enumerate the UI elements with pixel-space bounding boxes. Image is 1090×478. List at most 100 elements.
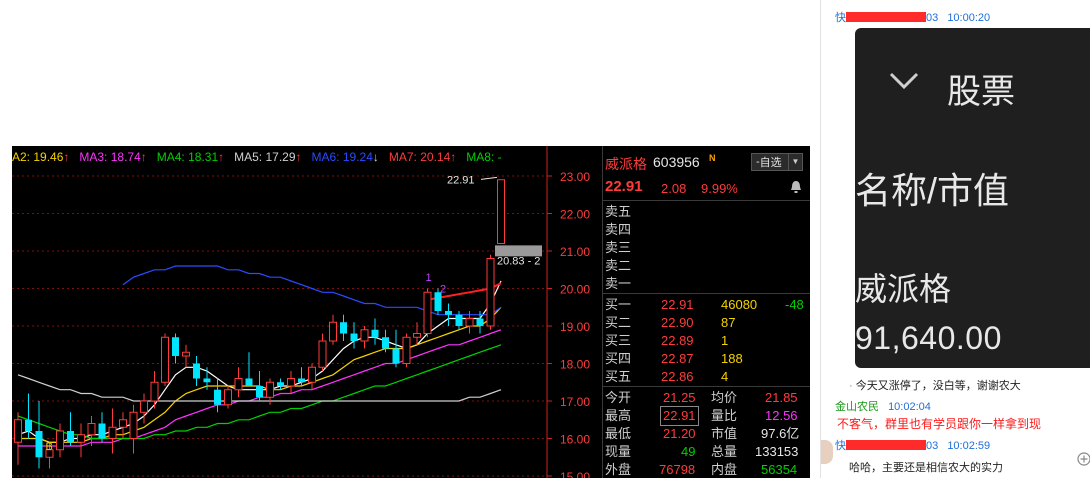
avatar [821,440,833,464]
candle-body [150,381,159,402]
bid-price: 22.90 [661,315,694,330]
ratio-value: 12.56 [765,408,798,423]
chevron-down-icon [889,72,919,90]
candle-body [382,337,389,349]
bid-volume: 4 [721,369,729,384]
candle-body [14,419,22,443]
price-axis-label: 21.00 [560,245,590,259]
bid-row[interactable]: 买一 22.91 46080 -48 [603,296,810,314]
candle-body [402,336,411,364]
low-label: 最低 [605,426,632,441]
bid-level-label: 买一 [605,297,632,312]
candle-body [371,329,379,338]
bid-level-label: 买二 [605,315,632,330]
bid-volume: 87 [721,315,736,330]
high-price-label: 22.91 [447,174,475,186]
add-icon[interactable] [1077,452,1090,466]
avg-value: 21.85 [765,390,798,405]
candle-body [423,291,432,334]
mcap-value: 97.6亿 [761,426,800,441]
sender-name: 金山农民 [835,401,879,413]
candle-body [203,378,211,383]
candle-body [256,386,263,398]
buy-signal-mark: B [46,441,53,453]
bid-level-label: 买五 [605,369,632,384]
outer-label: 外盘 [605,462,632,477]
bid-row[interactable]: 买三 22.89 1 [603,332,810,350]
candle-body [25,419,32,431]
ma-label: MA8: - [466,150,502,164]
bid-volume: 188 [721,351,743,366]
ask-row[interactable]: 卖一 [603,275,810,293]
bid-row[interactable]: 买二 22.90 87 [603,314,810,332]
kline-svg: 23.00 22.00 21.00 20.00 19.00 18.00 17.00 16.00… [12,146,590,478]
candle-body [129,411,138,439]
candle-body [445,311,452,315]
price-axis-label: 23.00 [560,170,590,184]
stock-name: 威派格 [605,156,647,172]
message-text: 哈哈，主要还是相信农大的实力 [849,462,1003,474]
bid-price: 22.86 [661,369,694,384]
bid-row[interactable]: 买五 22.86 4 [603,368,810,386]
ask-row[interactable]: 卖三 [603,239,810,257]
image-stock-name: 威派格 [855,271,952,307]
price-axis-label: 15.00 [560,470,590,478]
redacted-name [846,12,926,22]
candle-body [87,423,96,436]
price-axis-label: 17.00 [560,395,590,409]
candle-body [193,363,200,379]
bid-row[interactable]: 买四 22.87 188 [603,350,810,368]
bid-price: 22.89 [661,333,694,348]
bid-volume: 1 [721,333,729,348]
ask-row[interactable]: 卖二 [603,257,810,275]
ma-label: MA5: 17.29↑ [234,150,302,164]
kline-chart[interactable]: 23.00 22.00 21.00 20.00 19.00 18.00 17.00 16.00… [12,146,602,478]
candle-body [486,258,495,327]
image-stock-value: 91,640.00 [855,320,1002,356]
price-change: 2.08 [661,181,687,196]
candle-body [245,378,253,386]
stats-row: 今开 21.25 均价 21.85 [603,389,810,407]
open-label: 今开 [605,390,632,405]
cur-vol-label: 现量 [605,444,632,459]
candle-body [182,351,190,357]
outer-value: 76798 [659,462,696,477]
quote-header: 威派格 603956 N - 自选 ▼ [603,150,810,176]
add-watchlist-button[interactable]: - 自选 ▼ [751,153,803,171]
candle-body [77,434,85,443]
candle-body [298,378,305,383]
ask-row[interactable]: 卖四 [603,221,810,239]
bid-price: 22.91 [661,297,694,312]
open-value: 21.25 [663,390,696,405]
total-vol-label: 总量 [711,444,738,459]
ma-label: A2: 19.46↑ [12,150,70,164]
message-text: 不客气，群里也有学员跟你一样拿到现 [837,417,1042,431]
sender-suffix: 03 [926,440,939,452]
message-header: 快 03 10:02:59 [835,437,990,453]
arrow-up-icon: ↑ [63,150,70,164]
ask-row[interactable]: 卖五 [603,203,810,221]
avg-label: 均价 [711,390,738,405]
high-arrow [480,176,498,180]
arrow-up-icon: ↑ [140,150,147,164]
candle-body [67,431,74,443]
candle-body [108,426,117,439]
arrow-down-icon: ↓ [372,150,379,164]
candle-body [161,336,169,383]
bell-icon[interactable] [789,180,803,194]
shared-screenshot-image[interactable]: 股票 名称/市值 威派格 91,640.00 [855,28,1090,368]
price-change-pct: 9.99% [701,181,738,196]
ma-label: MA7: 20.14↑ [388,150,457,164]
candle-body [476,318,484,326]
candle-body [392,348,400,364]
chevron-down-icon[interactable]: ▼ [788,154,802,170]
candle-body [234,378,243,391]
stock-trading-window: 23.00 22.00 21.00 20.00 19.00 18.00 17.00 16.00… [12,146,810,478]
candle-body [287,378,295,387]
candle-body [214,389,221,405]
price-axis-label: 20.00 [560,283,590,297]
image-subtitle: 名称/市值 [855,170,1010,211]
arrow-up-icon: ↑ [295,150,302,164]
candle-body [360,329,369,342]
candle-body [455,314,463,326]
